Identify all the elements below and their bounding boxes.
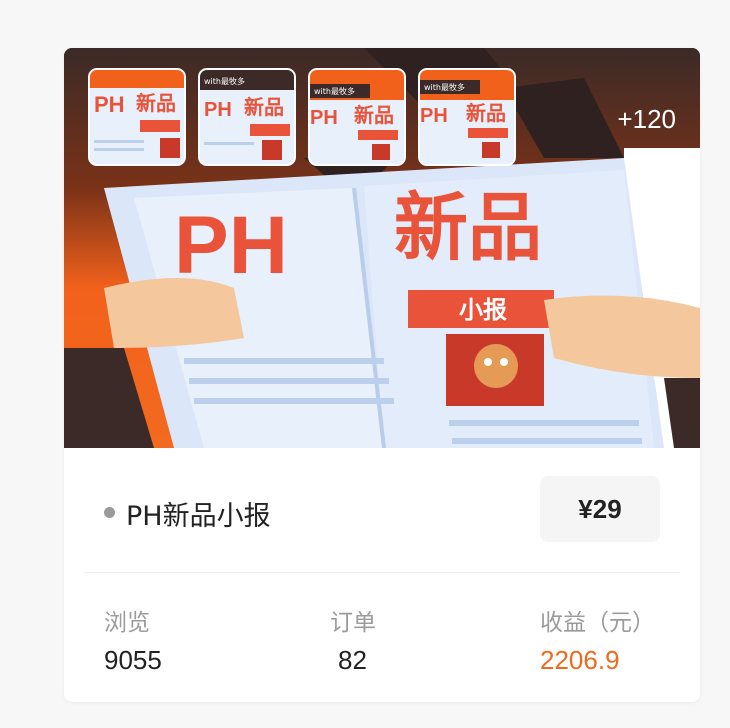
price-badge[interactable]: ¥29 bbox=[540, 476, 660, 542]
svg-text:with最牧多: with最牧多 bbox=[424, 82, 465, 92]
revenue-label: 收益（元） bbox=[540, 610, 655, 636]
stats-row: 浏览 9055 订单 82 收益（元） 2206.9 bbox=[64, 573, 700, 702]
product-card[interactable]: PH 新品 小报 PH 新品 with最牧多 PH 新品 with最牧多 PH … bbox=[64, 48, 700, 702]
thumbnail-image: with最牧多 PH 新品 bbox=[420, 70, 514, 164]
svg-text:with最牧多: with最牧多 bbox=[314, 86, 355, 96]
product-info: PH新品小报 ¥29 bbox=[84, 448, 680, 573]
thumbnail-2[interactable]: with最牧多 PH 新品 bbox=[198, 68, 296, 166]
status-dot bbox=[104, 507, 115, 518]
banner-text-right: 新品 bbox=[394, 185, 542, 271]
svg-text:with最牧多: with最牧多 bbox=[204, 76, 245, 86]
thumbnail-4[interactable]: with最牧多 PH 新品 bbox=[418, 68, 516, 166]
svg-text:PH: PH bbox=[204, 99, 232, 121]
cover-image[interactable]: PH 新品 小报 PH 新品 with最牧多 PH 新品 with最牧多 PH … bbox=[64, 48, 700, 448]
banner-text-left: PH bbox=[174, 200, 288, 291]
thumbnail-image: with最牧多 PH 新品 bbox=[200, 70, 294, 164]
svg-text:新品: 新品 bbox=[244, 95, 284, 119]
views-label: 浏览 bbox=[104, 610, 150, 636]
thumbnail-image: PH 新品 bbox=[90, 70, 184, 164]
views-value: 9055 bbox=[104, 645, 162, 675]
orders-label: 订单 bbox=[330, 610, 376, 636]
svg-text:PH: PH bbox=[420, 105, 448, 127]
svg-text:PH: PH bbox=[310, 107, 338, 129]
svg-text:新品: 新品 bbox=[466, 101, 506, 125]
svg-text:PH: PH bbox=[94, 92, 125, 117]
thumbnail-image: with最牧多 PH 新品 bbox=[310, 70, 404, 164]
banner-tag: 小报 bbox=[459, 296, 507, 324]
revenue-value: 2206.9 bbox=[540, 645, 620, 675]
thumbnail-strip: PH 新品 with最牧多 PH 新品 with最牧多 PH 新品 with最牧… bbox=[88, 68, 516, 166]
thumbnail-3[interactable]: with最牧多 PH 新品 bbox=[308, 68, 406, 166]
product-title[interactable]: PH新品小报 bbox=[126, 494, 271, 533]
orders-value: 82 bbox=[338, 645, 367, 675]
svg-text:新品: 新品 bbox=[136, 91, 176, 115]
svg-text:新品: 新品 bbox=[354, 103, 394, 127]
more-images-count[interactable]: +120 bbox=[617, 104, 676, 135]
thumbnail-1[interactable]: PH 新品 bbox=[88, 68, 186, 166]
